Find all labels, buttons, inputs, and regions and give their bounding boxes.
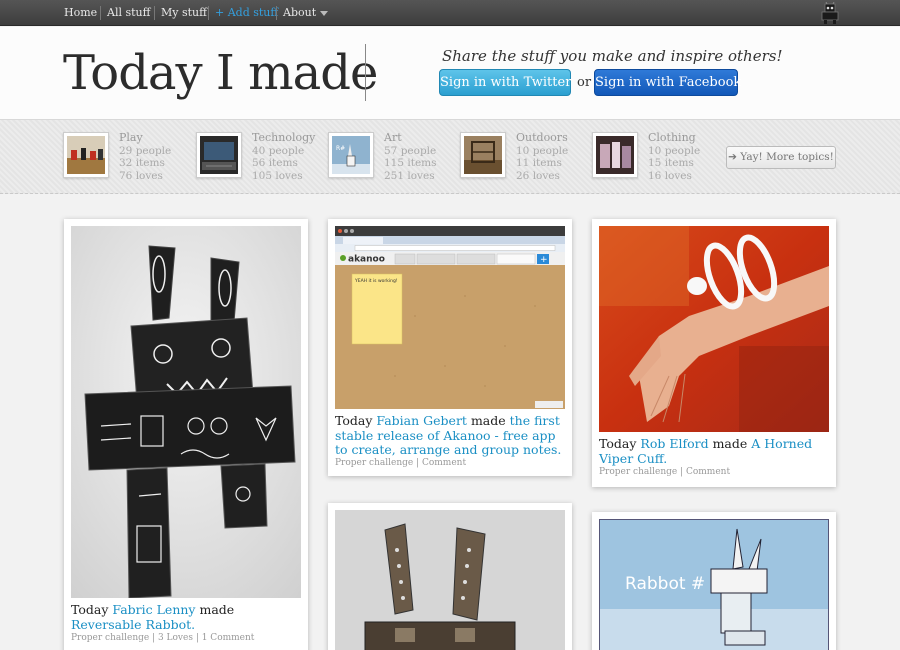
sign-in-twitter-button[interactable]: Sign in with Twitter bbox=[439, 69, 571, 96]
card-meta[interactable]: Proper challenge | 3 Loves | 1 Comment bbox=[71, 633, 254, 643]
topic-outdoors-image bbox=[464, 136, 502, 174]
card-author-link[interactable]: Fabian Gebert bbox=[376, 413, 467, 428]
card-robot-image[interactable] bbox=[71, 226, 301, 598]
card-akanoo[interactable]: akanoo + YEAH it is working! Today Fabia… bbox=[328, 219, 572, 476]
card-rabbot-drawing-image[interactable]: Rabbot # 3 bbox=[599, 519, 829, 650]
svg-text:R#: R# bbox=[336, 145, 345, 152]
card-meta[interactable]: Proper challenge | Comment bbox=[335, 458, 466, 468]
topic-loves: 16 loves bbox=[648, 169, 692, 182]
topic-loves: 251 loves bbox=[384, 169, 435, 182]
nav-separator bbox=[208, 6, 209, 20]
card-rabbot-sculpture-image[interactable] bbox=[335, 510, 565, 650]
card-made-label: made bbox=[470, 413, 506, 428]
topic-thumbnail[interactable] bbox=[196, 132, 242, 178]
topic-stats: Outdoors 10 people 11 items 26 loves bbox=[516, 131, 569, 182]
topic-items: 15 items bbox=[648, 157, 694, 169]
topic-thumbnail[interactable] bbox=[592, 132, 638, 178]
robot-logo-icon[interactable] bbox=[816, 2, 844, 24]
card-made-label: made bbox=[199, 602, 235, 617]
topics-strip: Play 29 people 32 items 76 loves Technol… bbox=[0, 119, 900, 194]
topic-stats: Play 29 people 32 items 76 loves bbox=[119, 131, 172, 182]
nav-separator bbox=[154, 6, 155, 20]
topic-thumbnail[interactable] bbox=[460, 132, 506, 178]
topic-people: 29 people bbox=[119, 144, 172, 157]
or-label: or bbox=[577, 75, 592, 90]
topic-loves: 105 loves bbox=[252, 169, 303, 182]
topic-stats: Art 57 people 115 items 251 loves bbox=[384, 131, 437, 182]
nav-about-menu[interactable]: About bbox=[283, 6, 329, 19]
topic-name[interactable]: Clothing bbox=[648, 131, 700, 145]
nav-all-stuff-link[interactable]: All stuff bbox=[107, 6, 150, 19]
nav-about-label: About bbox=[283, 6, 317, 19]
site-header: Today I made Share the stuff you make an… bbox=[0, 27, 900, 119]
akanoo-brand-text: akanoo bbox=[348, 255, 385, 265]
card-today-label: Today bbox=[335, 413, 373, 428]
card-author-link[interactable]: Rob Elford bbox=[640, 436, 708, 451]
topic-technology-image bbox=[200, 136, 238, 174]
site-title[interactable]: Today I made bbox=[63, 45, 378, 101]
card-caption: Today Fabric Lenny made Reversable Rabbo… bbox=[71, 602, 301, 632]
topic-stats: Technology 40 people 56 items 105 loves bbox=[252, 131, 315, 182]
topic-people: 57 people bbox=[384, 144, 437, 157]
card-today-label: Today bbox=[599, 436, 637, 451]
topic-name[interactable]: Art bbox=[384, 131, 437, 145]
card-item-link[interactable]: Reversable Rabbot. bbox=[71, 617, 195, 632]
topic-items: 11 items bbox=[516, 157, 562, 169]
topic-people: 40 people bbox=[252, 144, 305, 157]
topic-thumbnail[interactable]: R# bbox=[328, 132, 374, 178]
nav-my-stuff-link[interactable]: My stuff bbox=[161, 6, 207, 19]
card-meta[interactable]: Proper challenge | Comment bbox=[599, 467, 730, 477]
sign-in-facebook-button[interactable]: Sign in with Facebook bbox=[594, 69, 741, 96]
topic-people: 10 people bbox=[648, 144, 701, 157]
card-caption: Today Fabian Gebert made the first stabl… bbox=[335, 413, 567, 458]
topic-thumbnail[interactable] bbox=[63, 132, 109, 178]
drawing-text: Rabbot # 3 bbox=[625, 574, 721, 594]
card-cuff[interactable]: Today Rob Elford made A Horned Viper Cuf… bbox=[592, 219, 836, 487]
topic-loves: 26 loves bbox=[516, 169, 560, 182]
tagline: Share the stuff you make and inspire oth… bbox=[442, 47, 783, 65]
card-today-label: Today bbox=[71, 602, 109, 617]
topic-name[interactable]: Play bbox=[119, 131, 171, 145]
topic-art-image: R# bbox=[332, 136, 370, 174]
card-rabbot-sculpture[interactable] bbox=[328, 503, 572, 650]
topic-clothing-image bbox=[596, 136, 634, 174]
nav-add-stuff-link[interactable]: + Add stuff bbox=[215, 6, 278, 19]
card-robot[interactable]: Today Fabric Lenny made Reversable Rabbo… bbox=[64, 219, 308, 650]
card-author-link[interactable]: Fabric Lenny bbox=[112, 602, 195, 617]
nav-separator bbox=[276, 6, 277, 20]
more-topics-button[interactable]: ➔ Yay! More topics! bbox=[726, 146, 836, 169]
sticky-note-text: YEAH it is working! bbox=[354, 278, 398, 284]
topic-loves: 76 loves bbox=[119, 169, 163, 182]
card-caption: Today Rob Elford made A Horned Viper Cuf… bbox=[599, 436, 829, 466]
nav-home-link[interactable]: Home bbox=[64, 6, 97, 19]
card-rabbot-drawing[interactable]: Rabbot # 3 bbox=[592, 512, 836, 650]
svg-text:+: + bbox=[540, 255, 548, 265]
topic-items: 115 items bbox=[384, 157, 437, 169]
topic-name[interactable]: Technology bbox=[252, 131, 315, 145]
topic-items: 56 items bbox=[252, 157, 298, 169]
title-divider bbox=[365, 44, 366, 101]
topic-play-image bbox=[67, 136, 105, 174]
top-navbar: Home All stuff My stuff + Add stuff Abou… bbox=[0, 0, 900, 26]
topic-items: 32 items bbox=[119, 157, 165, 169]
card-akanoo-screenshot[interactable]: akanoo + YEAH it is working! bbox=[335, 226, 565, 409]
topic-people: 10 people bbox=[516, 144, 569, 157]
nav-separator bbox=[100, 6, 101, 20]
topic-stats: Clothing 10 people 15 items 16 loves bbox=[648, 131, 701, 182]
card-made-label: made bbox=[712, 436, 748, 451]
card-cuff-image[interactable] bbox=[599, 226, 829, 432]
topic-name[interactable]: Outdoors bbox=[516, 131, 568, 145]
chevron-down-icon bbox=[320, 10, 329, 16]
